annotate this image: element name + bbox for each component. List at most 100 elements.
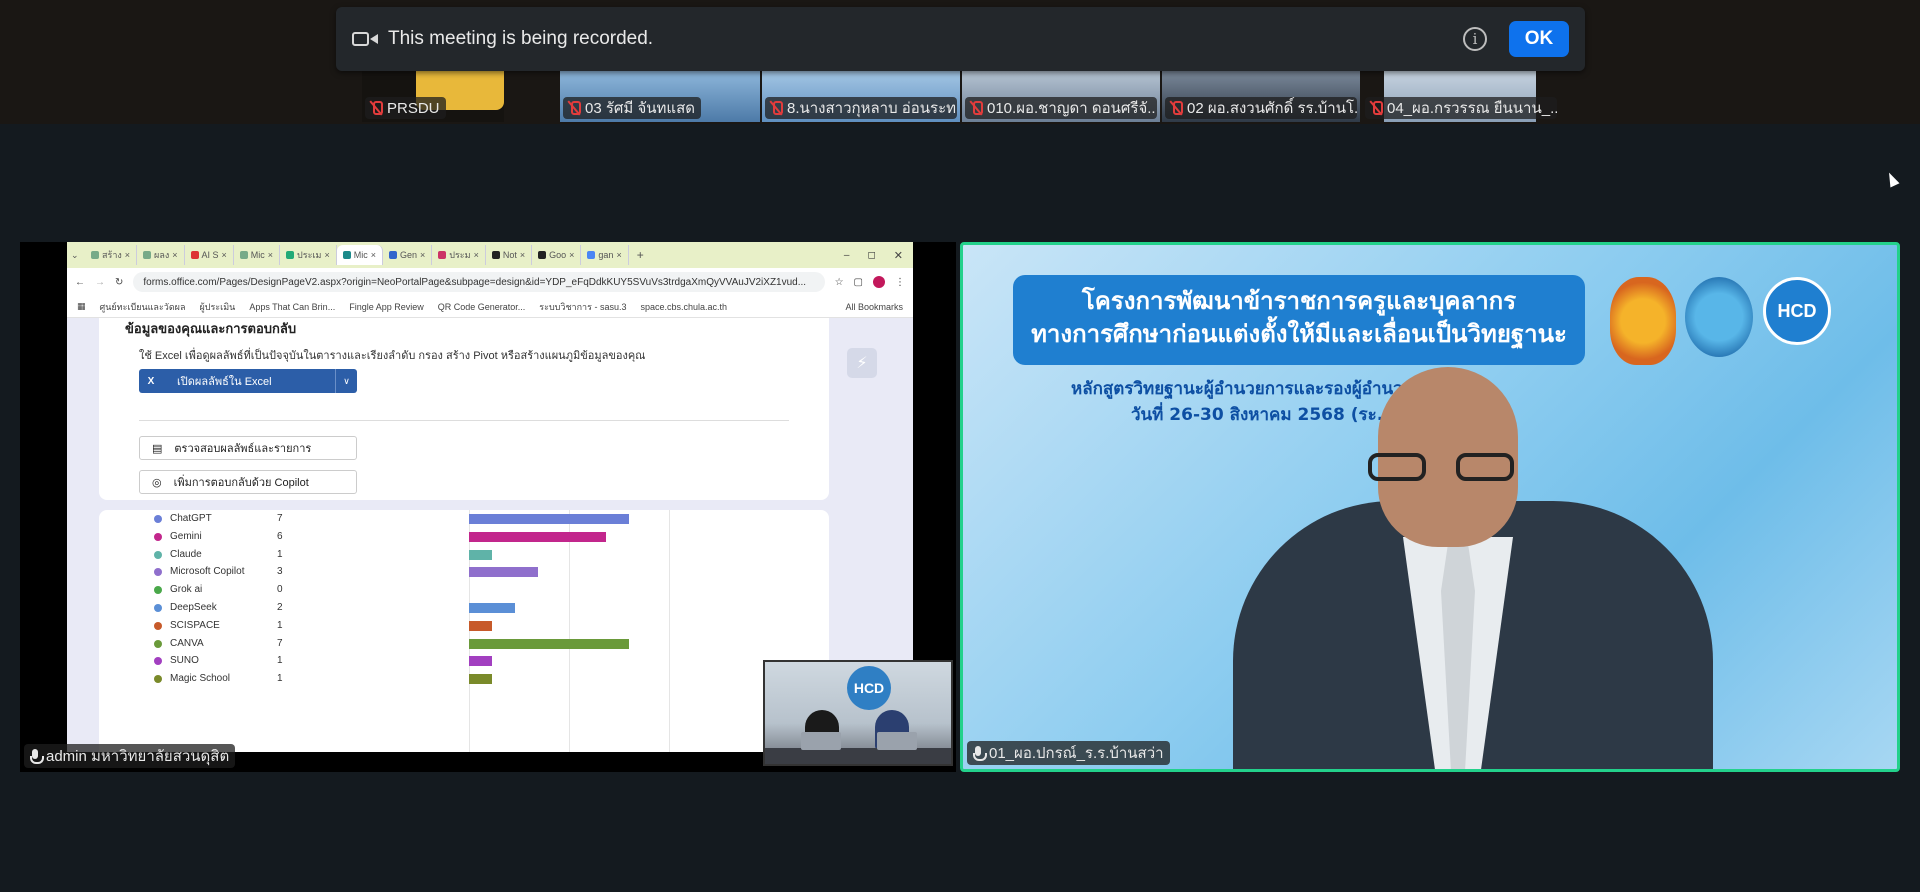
copilot-reply-label: เพิ่มการตอบกลับด้วย Copilot xyxy=(173,477,309,489)
all-bookmarks[interactable]: All Bookmarks xyxy=(845,302,903,312)
review-results-label: ตรวจสอบผลลัพธ์และรายการ xyxy=(174,443,312,455)
tab-list-icon[interactable]: ⌄ xyxy=(71,250,85,261)
category-label: Microsoft Copilot xyxy=(170,566,245,578)
favicon-icon xyxy=(587,251,596,259)
favicon-icon xyxy=(342,251,351,259)
laptop xyxy=(877,732,917,750)
mic-muted-icon xyxy=(969,100,983,116)
tab-label: Mic xyxy=(353,250,368,260)
category-label: SUNO xyxy=(170,655,199,667)
menu-icon[interactable]: ⋮ xyxy=(895,277,905,288)
legend-dot xyxy=(154,657,162,666)
address-bar[interactable]: forms.office.com/Pages/DesignPageV2.aspx… xyxy=(133,272,825,292)
bookmarks-bar: ▦ ศูนย์ทะเบียนและวัดผล ผู้ประเมิน Apps T… xyxy=(67,296,913,318)
browser-tab[interactable]: ผลง × xyxy=(137,245,185,265)
mic-icon xyxy=(971,745,987,761)
legend-dot xyxy=(154,639,162,648)
url-text: forms.office.com/Pages/DesignPageV2.aspx… xyxy=(143,276,807,288)
project-title-banner: โครงการพัฒนาข้าราชการครูและบุคลากร ทางกา… xyxy=(1013,275,1585,365)
bookmark-item[interactable]: QR Code Generator... xyxy=(438,302,526,312)
legend-dot xyxy=(154,675,162,684)
bookmark-item[interactable]: ผู้ประเมิน xyxy=(199,300,235,314)
participant-name: 03 รัศมี จันทแสด xyxy=(585,100,695,117)
copilot-reply-button[interactable]: ◎ เพิ่มการตอบกลับด้วย Copilot xyxy=(139,470,357,494)
bookmark-item[interactable]: Apps That Can Brin... xyxy=(249,302,335,312)
open-in-excel-label: เปิดผลลัพธ์ใน Excel xyxy=(177,376,272,388)
presenter-pip-video[interactable]: HCD xyxy=(763,660,953,766)
university-seal-logo xyxy=(1685,277,1753,357)
category-label: Magic School xyxy=(170,673,231,685)
browser-tab[interactable]: Goo × xyxy=(532,245,582,265)
forward-icon[interactable]: → xyxy=(95,277,105,288)
review-results-button[interactable]: ▤ ตรวจสอบผลลัพธ์และรายการ xyxy=(139,436,357,460)
chart-row: Claude 1 xyxy=(154,547,814,563)
maximize-button[interactable]: ◻ xyxy=(867,250,875,261)
favicon-icon xyxy=(91,251,99,259)
mic-muted-icon xyxy=(1369,100,1383,116)
legend-dot xyxy=(154,550,162,559)
browser-tab[interactable]: ประม × xyxy=(432,245,486,265)
active-speaker-video[interactable]: โครงการพัฒนาข้าราชการครูและบุคลากร ทางกา… xyxy=(960,242,1900,772)
tab-label: gan xyxy=(598,250,614,260)
tab-label: Mic xyxy=(250,250,265,260)
browser-tab[interactable]: สร้าง × xyxy=(85,245,138,265)
participant-name: 8.นางสาวกุหลาบ อ่อนระทา... xyxy=(787,100,957,117)
copilot-icon: ◎ xyxy=(152,476,162,489)
new-tab-button[interactable]: + xyxy=(637,248,644,262)
browser-tab-active[interactable]: Mic × xyxy=(336,245,383,265)
recording-camera-icon xyxy=(352,30,378,48)
chart-row: Grok ai 0 xyxy=(154,582,814,598)
info-icon[interactable]: i xyxy=(1463,27,1487,51)
chart-bar xyxy=(469,620,492,631)
chevron-down-icon[interactable]: ∨ xyxy=(335,369,357,393)
bookmark-item[interactable]: space.cbs.chula.ac.th xyxy=(640,302,727,312)
speaker-name-tag: 01_ผอ.ปกรณ์_ร.ร.บ้านสว่า xyxy=(967,741,1170,765)
question-chart-card: ChatGPT 7 Gemini 6 Claude 1 Microsoft Copilot 3… xyxy=(99,510,829,752)
open-in-excel-button[interactable]: X เปิดผลลัพธ์ใน Excel ∨ xyxy=(139,369,357,393)
browser-tab[interactable]: Mic × xyxy=(234,245,281,265)
tab-label: สร้าง xyxy=(102,250,122,260)
speaker-name: admin มหาวิทยาลัยสวนดุสิต xyxy=(46,748,230,765)
course-date: วันที่ 26-30 สิงหาคม 2568 (ระ... xyxy=(1131,405,1397,425)
bookmark-item[interactable]: ศูนย์ทะเบียนและวัดผล xyxy=(100,300,186,314)
participant-name: PRSDU xyxy=(387,99,440,117)
divider xyxy=(139,420,789,421)
extensions-icon[interactable]: ▢ xyxy=(854,277,863,288)
legend-dot xyxy=(154,604,162,612)
back-icon[interactable]: ← xyxy=(75,277,85,288)
responses-card: ข้อมูลของคุณและการตอบกลับ ใช้ Excel เพื่… xyxy=(99,318,829,500)
apps-icon[interactable]: ▦ xyxy=(77,301,86,312)
minimize-button[interactable]: – xyxy=(844,250,850,261)
browser-tab[interactable]: Not × xyxy=(486,245,533,265)
shared-screen-video[interactable]: ⌄ สร้าง × ผลง × AI S × Mic × ประเม × Mic… xyxy=(20,242,956,772)
category-count: 1 xyxy=(277,673,283,685)
tab-label: ประม xyxy=(449,250,471,260)
bookmark-item[interactable]: ระบบวิชาการ - sasu.3 xyxy=(539,300,626,314)
browser-tab[interactable]: gan × xyxy=(581,245,629,265)
category-count: 1 xyxy=(277,619,283,631)
participant-name-tag: 8.นางสาวกุหลาบ อ่อนระทา... xyxy=(765,97,957,119)
favicon-icon xyxy=(491,251,500,259)
mic-muted-icon xyxy=(567,100,581,116)
browser-tab[interactable]: ประเม × xyxy=(280,245,337,265)
ok-button[interactable]: OK xyxy=(1509,21,1569,57)
legend-dot xyxy=(154,586,162,595)
bookmark-item[interactable]: Fingle App Review xyxy=(349,302,424,312)
reload-icon[interactable]: ↻ xyxy=(115,277,123,288)
tab-label: Gen xyxy=(399,250,417,260)
responses-description: ใช้ Excel เพื่อดูผลลัพธ์ที่เป็นปัจจุบันใ… xyxy=(139,350,646,362)
browser-tab[interactable]: AI S × xyxy=(185,245,234,265)
list-icon: ▤ xyxy=(152,442,163,455)
close-window-button[interactable]: ✕ xyxy=(894,249,903,262)
category-label: DeepSeek xyxy=(170,602,217,613)
tab-label: Not xyxy=(502,250,517,260)
participant-name-tag: 010.ผอ.ชาญดา ดอนศรีจั... xyxy=(965,97,1157,119)
chart-bar xyxy=(469,656,492,667)
category-count: 6 xyxy=(277,530,283,542)
profile-avatar[interactable] xyxy=(873,276,885,288)
browser-tab[interactable]: Gen × xyxy=(383,245,433,265)
star-icon[interactable]: ☆ xyxy=(835,277,844,288)
chart-row: Magic School 1 xyxy=(154,671,814,687)
forms-ai-icon[interactable]: ⚡ xyxy=(847,348,877,378)
speaker-glasses xyxy=(1368,453,1528,483)
